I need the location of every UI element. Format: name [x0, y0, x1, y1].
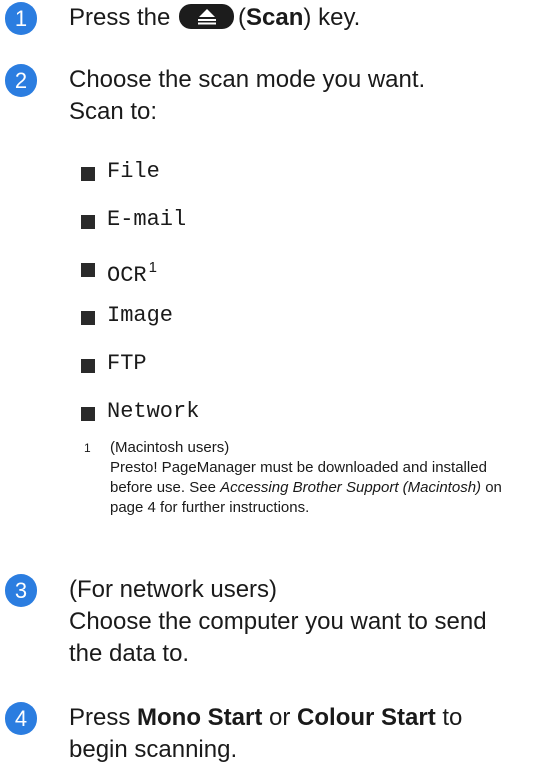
step-1-text: Press the (Scan) key. — [69, 4, 361, 31]
scan-option-ocr: OCR 1 — [81, 244, 199, 292]
scan-option-label: OCR — [107, 263, 147, 288]
step-3-line-2: Choose the computer you want to send the… — [69, 608, 487, 667]
bullet-square-icon — [81, 407, 95, 421]
bullet-square-icon — [81, 215, 95, 229]
step-2-text: Choose the scan mode you want. Scan to: — [69, 64, 509, 128]
bullet-square-icon — [81, 263, 95, 277]
footnote-ref: 1 — [148, 259, 157, 276]
footnote-text: Presto! PageManager must be downloaded a… — [110, 458, 504, 518]
scan-option-email: E-mail — [81, 196, 199, 244]
scan-key-icon — [179, 4, 235, 29]
scan-option-network: Network — [81, 388, 199, 436]
footnote-body: (Macintosh users) Presto! PageManager mu… — [110, 438, 504, 518]
scan-option-image: Image — [81, 292, 199, 340]
bullet-square-icon — [81, 359, 95, 373]
scan-option-label: FTP — [107, 351, 147, 376]
step-2-badge: 2 — [5, 64, 37, 97]
step-1-badge: 1 — [5, 2, 37, 35]
step-1-prefix: Press the — [69, 4, 178, 31]
step-3-badge: 3 — [5, 574, 37, 607]
step-2-line-2: Scan to: — [69, 98, 158, 125]
footnote-line-1: (Macintosh users) — [110, 439, 230, 456]
step-1-suffix: key. — [311, 4, 361, 31]
scan-option-label: File — [107, 159, 160, 184]
step-4-badge: 4 — [5, 702, 37, 735]
scan-key-label: Scan — [246, 4, 304, 31]
footnote-link[interactable]: Accessing Brother Support (Macintosh) — [220, 479, 481, 496]
step-3-line-1: (For network users) — [69, 576, 278, 603]
bullet-square-icon — [81, 167, 95, 181]
colour-start-label: Colour Start — [297, 704, 436, 731]
footnote-mark: 1 — [84, 441, 91, 455]
scan-option-file: File — [81, 148, 199, 196]
step-4-text: Press Mono Start or Colour Start to begi… — [69, 702, 509, 766]
step-4-prefix: Press — [69, 704, 138, 731]
scan-options-list: File E-mail OCR 1 Image FTP Network — [81, 148, 199, 436]
step-4-middle: or — [262, 704, 298, 731]
scan-option-label: E-mail — [107, 207, 187, 232]
footnote: 1 (Macintosh users) Presto! PageManager … — [84, 438, 504, 518]
step-2-line-1: Choose the scan mode you want. — [69, 66, 426, 93]
mono-start-label: Mono Start — [137, 704, 263, 731]
scan-option-label: Network — [107, 399, 200, 424]
scan-option-label: Image — [107, 303, 174, 328]
scan-option-ftp: FTP — [81, 340, 199, 388]
bullet-square-icon — [81, 311, 95, 325]
step-3-text: (For network users) Choose the computer … — [69, 574, 509, 670]
